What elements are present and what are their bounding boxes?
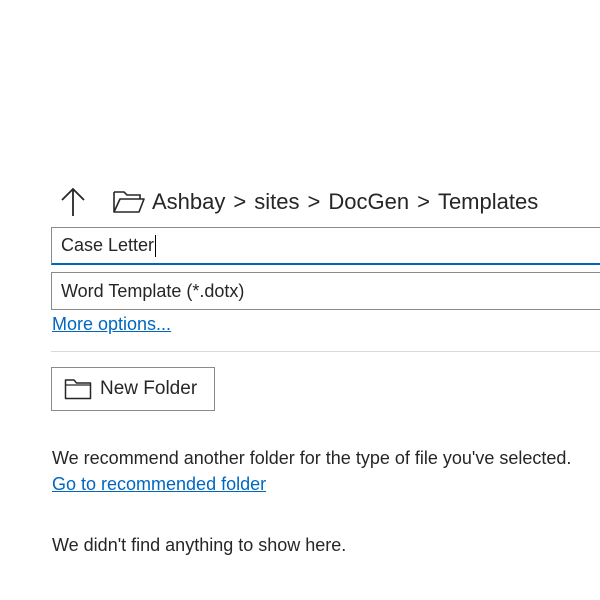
breadcrumb-item-templates[interactable]: Templates <box>438 189 538 215</box>
breadcrumb-item-sites[interactable]: sites <box>254 189 299 215</box>
divider <box>51 351 600 352</box>
new-folder-button[interactable]: New Folder <box>51 367 215 411</box>
file-type-selected: Word Template (*.dotx) <box>61 280 245 301</box>
filename-input[interactable]: Case Letter <box>51 227 600 265</box>
text-caret <box>155 234 157 257</box>
breadcrumb-item-ashbay[interactable]: Ashbay <box>152 189 225 215</box>
up-button[interactable] <box>58 184 88 220</box>
breadcrumb: Ashbay > sites > DocGen > Templates <box>152 189 538 215</box>
recommendation-text: We recommend another folder for the type… <box>52 448 572 468</box>
new-folder-label: New Folder <box>100 378 198 399</box>
breadcrumb-separator: > <box>233 189 247 214</box>
filename-value: Case Letter <box>61 235 155 255</box>
save-dialog: Ashbay > sites > DocGen > Templates Case… <box>0 0 600 600</box>
folder-open-icon <box>112 184 146 220</box>
folder-icon <box>64 377 92 401</box>
arrow-up-icon <box>61 187 85 216</box>
breadcrumb-item-docgen[interactable]: DocGen <box>328 189 409 215</box>
navigation-bar: Ashbay > sites > DocGen > Templates <box>58 184 538 220</box>
more-options-link[interactable]: More options... <box>52 314 171 335</box>
empty-state-message: We didn't find anything to show here. <box>52 535 347 555</box>
recommended-folder-link[interactable]: Go to recommended folder <box>52 474 266 495</box>
file-type-dropdown[interactable]: Word Template (*.dotx) <box>51 272 600 310</box>
breadcrumb-separator: > <box>417 189 430 214</box>
breadcrumb-separator: > <box>307 189 321 214</box>
